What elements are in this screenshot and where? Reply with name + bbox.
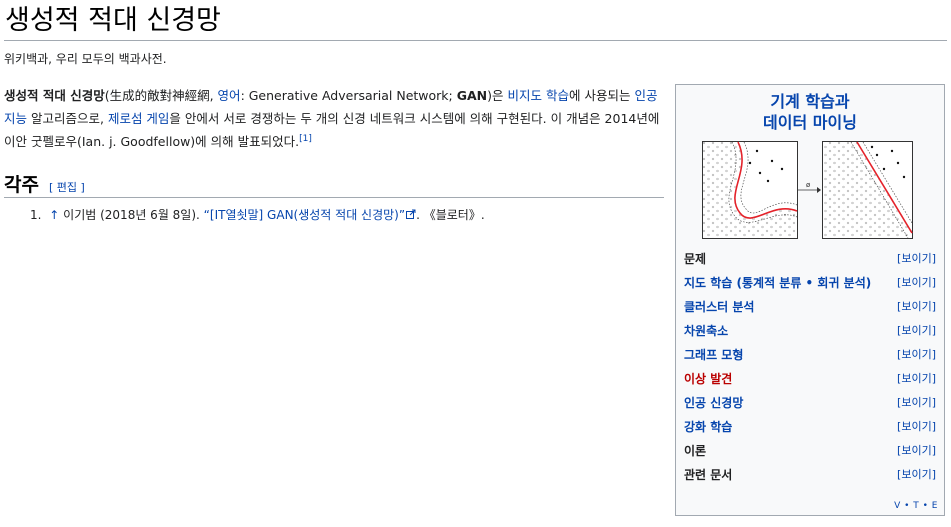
infobox-title-line-2: 데이터 마이닝 — [763, 113, 857, 132]
references-heading-text: 각주 — [4, 174, 39, 196]
show-toggle[interactable]: [보이기] — [897, 439, 936, 463]
infobox-item-label: 클러스터 분석 — [684, 300, 755, 314]
reference-list: 1. ↑ 이기범 (2018년 6월 8일). “[IT열쇳말] GAN(생성적… — [30, 206, 485, 223]
reference-item: 1. ↑ 이기범 (2018년 6월 8일). “[IT열쇳말] GAN(생성적… — [30, 206, 485, 223]
show-toggle[interactable]: [보이기] — [897, 271, 936, 295]
lead-english-name: : Generative Adversarial Network; — [240, 88, 457, 103]
infobox-item-theory[interactable]: 이론 [보이기] — [684, 439, 936, 463]
link-zero-sum-game[interactable]: 제로섬 게임 — [108, 111, 169, 126]
external-link-icon — [405, 208, 416, 222]
lead-text: 에 사용되는 — [568, 88, 635, 103]
reference-article-link[interactable]: “[IT열쇳말] GAN(생성적 적대 신경망)” — [204, 208, 405, 222]
show-toggle[interactable]: [보이기] — [897, 247, 936, 271]
infobox-item-dimensionality-reduction[interactable]: 차원축소 [보이기] — [684, 319, 936, 343]
infobox-item-label: 그래프 모형 — [684, 348, 744, 362]
lead-hanja: (生成的敵對神經網, — [104, 88, 218, 103]
show-toggle[interactable]: [보이기] — [897, 391, 936, 415]
reference-marker[interactable]: [1] — [299, 134, 312, 144]
references-heading: 각주 [ 편집 ] — [4, 170, 85, 197]
infobox-item-label: 차원축소 — [684, 324, 729, 338]
show-toggle[interactable]: [보이기] — [897, 415, 936, 439]
ml-illustration: ø — [702, 141, 913, 239]
show-toggle[interactable]: [보이기] — [897, 343, 936, 367]
infobox-item-neural-networks[interactable]: 인공 신경망 [보이기] — [684, 391, 936, 415]
infobox-item-cluster-analysis[interactable]: 클러스터 분석 [보이기] — [684, 295, 936, 319]
lead-text: 알고리즘으로, — [27, 111, 108, 126]
reference-number: 1. — [30, 208, 42, 222]
back-to-citation-arrow[interactable]: ↑ — [49, 208, 59, 222]
site-tagline: 위키백과, 우리 모두의 백과사전. — [4, 52, 167, 66]
infobox-item-reinforcement-learning[interactable]: 강화 학습 [보이기] — [684, 415, 936, 439]
page-title: 생성적 적대 신경망 — [5, 5, 221, 36]
infobox-item-problems[interactable]: 문제 [보이기] — [684, 247, 936, 271]
infobox-title-line-1: 기계 학습과 — [770, 92, 850, 111]
lead-term: 생성적 적대 신경망 — [4, 88, 105, 103]
infobox-item-label: 이상 발견 — [684, 372, 733, 386]
infobox-item-anomaly-detection[interactable]: 이상 발견 [보이기] — [684, 367, 936, 391]
language-link-english[interactable]: 영어 — [218, 88, 241, 103]
infobox-item-supervised-learning[interactable]: 지도 학습 (통계적 분류 • 회귀 분석) [보이기] — [684, 271, 936, 295]
references-divider — [4, 197, 664, 198]
infobox-item-label: 관련 문서 — [684, 468, 733, 482]
show-toggle[interactable]: [보이기] — [897, 367, 936, 391]
show-toggle[interactable]: [보이기] — [897, 319, 936, 343]
infobox-item-label: 문제 — [684, 252, 707, 266]
show-toggle[interactable]: [보이기] — [897, 295, 936, 319]
infobox-topic-list: 문제 [보이기] 지도 학습 (통계적 분류 • 회귀 분석) [보이기] 클러스터… — [684, 247, 936, 487]
show-toggle[interactable]: [보이기] — [897, 463, 936, 487]
infobox-title[interactable]: 기계 학습과 데이터 마이닝 — [676, 91, 944, 133]
infobox-item-graphical-model[interactable]: 그래프 모형 [보이기] — [684, 343, 936, 367]
edit-section-link[interactable]: [ 편집 ] — [49, 181, 85, 194]
view-talk-edit-links[interactable]: V • T • E — [894, 501, 938, 511]
title-divider — [4, 40, 947, 41]
navigation-infobox: 기계 학습과 데이터 마이닝 ø 문제 [보이기] 지도 학습 (통계적 분류 … — [675, 84, 945, 516]
lead-paragraph: 생성적 적대 신경망(生成的敵對神經網, 영어: Generative Adve… — [4, 84, 664, 153]
lead-text: )은 — [487, 88, 508, 103]
lead-abbr: GAN — [456, 88, 488, 103]
infobox-item-label: 강화 학습 — [684, 420, 733, 434]
reference-author: 이기범 (2018년 6월 8일). — [63, 208, 204, 222]
arrow-symbol: ø — [806, 181, 811, 189]
infobox-item-label: 이론 — [684, 444, 707, 458]
reference-publisher: . 《블로터》. — [416, 208, 485, 222]
infobox-item-label: 인공 신경망 — [684, 396, 744, 410]
infobox-item-label: 지도 학습 (통계적 분류 • 회귀 분석) — [684, 276, 872, 290]
link-unsupervised-learning[interactable]: 비지도 학습 — [508, 88, 569, 103]
infobox-item-related-articles[interactable]: 관련 문서 [보이기] — [684, 463, 936, 487]
